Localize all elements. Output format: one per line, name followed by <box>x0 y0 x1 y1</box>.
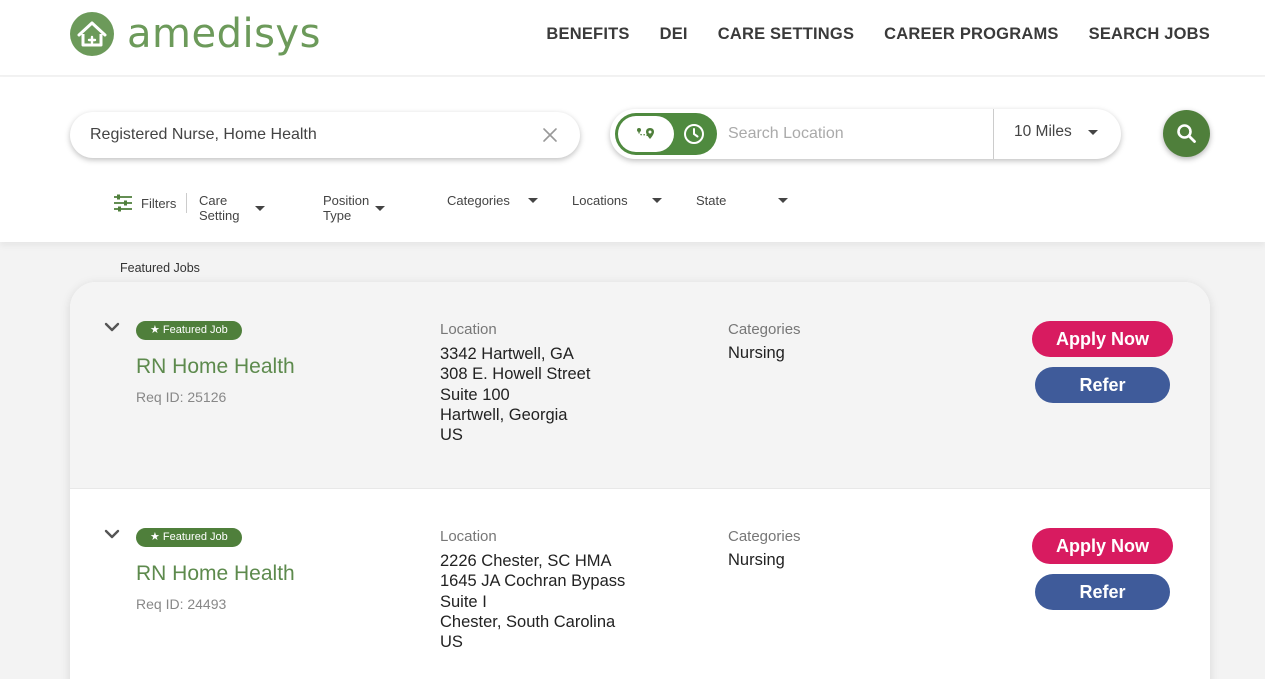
filter-label: Locations <box>572 193 628 208</box>
address-line: 1645 JA Cochran Bypass <box>440 572 626 591</box>
chevron-down-icon[interactable] <box>104 529 120 539</box>
address-line: 2226 Chester, SC HMA <box>440 552 612 570</box>
featured-jobs-heading: Featured Jobs <box>120 261 200 275</box>
chevron-down-icon <box>375 205 386 211</box>
job-card: ★ Featured Job RN Home Health Req ID: 24… <box>70 489 1210 679</box>
filter-position-type[interactable]: Position Type <box>323 193 386 223</box>
divider <box>993 109 994 159</box>
address-line: 3342 Hartwell, GA <box>440 345 574 363</box>
search-panel: 10 Miles Filters Care Setting Position T… <box>0 77 1265 242</box>
search-icon <box>1177 124 1196 143</box>
amedisys-logo[interactable]: amedisys <box>70 12 321 56</box>
address-line: Chester, South Carolina <box>440 612 616 631</box>
filter-categories[interactable]: Categories <box>447 193 538 208</box>
location-input[interactable] <box>728 109 988 159</box>
radius-value: 10 Miles <box>1014 123 1072 140</box>
apply-now-button[interactable]: Apply Now <box>1032 321 1173 357</box>
filter-bar: Filters Care Setting Position Type Categ… <box>113 190 789 223</box>
nav-career-programs[interactable]: CAREER PROGRAMS <box>884 25 1058 44</box>
chevron-down-icon <box>527 198 538 203</box>
nav-care-settings[interactable]: CARE SETTINGS <box>718 25 854 44</box>
search-mode-toggle[interactable] <box>615 113 717 155</box>
nav-dei[interactable]: DEI <box>660 25 688 44</box>
clock-icon <box>684 124 704 144</box>
filter-label: Care Setting <box>199 193 240 223</box>
filter-locations[interactable]: Locations <box>572 193 662 208</box>
chevron-down-icon <box>651 198 662 203</box>
sliders-icon <box>114 194 132 212</box>
job-categories: Categories Nursing <box>728 528 801 570</box>
location-address: 2226 Chester, SC HMA 1645 JA Cochran Byp… <box>440 551 625 652</box>
job-card: ★ Featured Job RN Home Health Req ID: 25… <box>70 282 1210 489</box>
site-header: amedisys BENEFITS DEI CARE SETTINGS CARE… <box>0 0 1265 76</box>
job-title-link[interactable]: RN Home Health <box>136 355 295 379</box>
location-label: Location <box>440 321 497 338</box>
job-title-link[interactable]: RN Home Health <box>136 562 295 586</box>
categories-label: Categories <box>728 528 801 545</box>
filter-state[interactable]: State <box>696 193 789 208</box>
house-logo-icon <box>70 12 114 56</box>
chevron-down-icon <box>1087 129 1098 135</box>
address-line: Hartwell, Georgia <box>440 405 568 424</box>
job-categories: Categories Nursing <box>728 321 801 363</box>
nav-benefits[interactable]: BENEFITS <box>546 25 629 44</box>
location-label: Location <box>440 528 497 545</box>
keyword-search-box <box>70 112 580 158</box>
job-results-list: ★ Featured Job RN Home Health Req ID: 25… <box>70 282 1210 679</box>
chevron-down-icon <box>778 198 789 203</box>
toggle-knob <box>618 116 674 152</box>
filters-toggle[interactable]: Filters <box>113 193 188 213</box>
job-location: Location 3342 Hartwell, GA 308 E. Howell… <box>440 321 590 445</box>
address-line: Suite 100 <box>440 385 510 404</box>
clear-icon[interactable] <box>542 127 558 143</box>
filter-care-setting[interactable]: Care Setting <box>199 193 266 223</box>
chevron-down-icon <box>255 205 266 211</box>
featured-job-badge: ★ Featured Job <box>136 321 242 340</box>
category-value: Nursing <box>728 551 785 569</box>
location-search-box: 10 Miles <box>610 109 1121 159</box>
refer-button[interactable]: Refer <box>1035 574 1170 610</box>
req-id: Req ID: 25126 <box>136 389 227 405</box>
route-pin-icon <box>637 128 654 139</box>
apply-now-button[interactable]: Apply Now <box>1032 528 1173 564</box>
address-line: US <box>440 426 463 445</box>
req-id: Req ID: 24493 <box>136 596 227 612</box>
main-nav: BENEFITS DEI CARE SETTINGS CAREER PROGRA… <box>546 25 1210 44</box>
radius-select[interactable]: 10 Miles <box>1014 123 1098 141</box>
address-line: 308 E. Howell Street <box>440 365 591 384</box>
address-line: US <box>440 633 463 652</box>
search-button[interactable] <box>1163 110 1210 157</box>
featured-job-badge: ★ Featured Job <box>136 528 242 547</box>
category-value: Nursing <box>728 344 785 362</box>
filter-label: State <box>696 193 727 208</box>
filter-label: Position Type <box>323 193 370 223</box>
filter-label: Categories <box>447 193 510 208</box>
job-location: Location 2226 Chester, SC HMA 1645 JA Co… <box>440 528 625 652</box>
address-line: Suite I <box>440 592 487 611</box>
keyword-input[interactable] <box>90 112 530 158</box>
filters-label: Filters <box>141 195 177 211</box>
brand-name: amedisys <box>127 11 321 57</box>
location-address: 3342 Hartwell, GA 308 E. Howell Street S… <box>440 344 590 445</box>
refer-button[interactable]: Refer <box>1035 367 1170 403</box>
nav-search-jobs[interactable]: SEARCH JOBS <box>1089 25 1210 44</box>
chevron-down-icon[interactable] <box>104 322 120 332</box>
categories-label: Categories <box>728 321 801 338</box>
